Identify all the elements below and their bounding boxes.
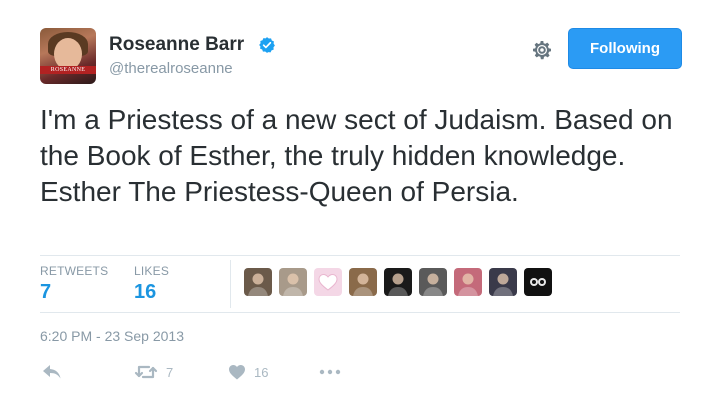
liker-avatar[interactable] [244,268,272,296]
user-name[interactable]: Roseanne Barr [109,34,244,56]
user-avatar[interactable]: ROSEANNE [40,28,96,84]
liker-avatar-eyes[interactable] [524,268,552,296]
likes-label[interactable]: LIKES [134,264,169,278]
like-count: 16 [254,364,269,380]
liker-avatar[interactable] [454,268,482,296]
tweet-text: I'm a Priestess of a new sect of Judaism… [40,104,673,207]
liker-avatar[interactable] [279,268,307,296]
stats-separator [230,260,231,308]
tweet-timestamp[interactable]: 6:20 PM - 23 Sep 2013 [40,328,184,344]
reply-icon [43,365,61,379]
liker-avatar-heart[interactable] [314,268,342,296]
user-handle[interactable]: @therealroseanne [109,60,233,77]
divider-bottom [40,312,680,313]
liker-avatars [244,268,552,296]
verified-badge-icon [259,37,275,53]
reply-button[interactable] [42,364,62,380]
divider-top [40,255,680,256]
retweet-icon [134,365,158,379]
avatar-caption: ROSEANNE [50,67,86,73]
liker-avatar[interactable] [489,268,517,296]
likes-count[interactable]: 16 [134,281,156,304]
retweet-count: 7 [166,364,174,380]
more-button[interactable] [318,364,342,380]
heart-icon [229,365,245,380]
retweet-button[interactable]: 7 [134,364,173,380]
liker-avatar[interactable] [419,268,447,296]
retweets-count[interactable]: 7 [40,281,51,304]
following-button[interactable]: Following [568,28,682,69]
gear-icon[interactable] [530,38,554,62]
retweets-label[interactable]: RETWEETS [40,264,108,278]
more-dots-icon [319,369,341,375]
like-button[interactable]: 16 [228,364,268,380]
liker-avatar[interactable] [349,268,377,296]
tweet-card: ROSEANNE Roseanne Barr @therealroseanne … [0,0,720,420]
liker-avatar[interactable] [384,268,412,296]
